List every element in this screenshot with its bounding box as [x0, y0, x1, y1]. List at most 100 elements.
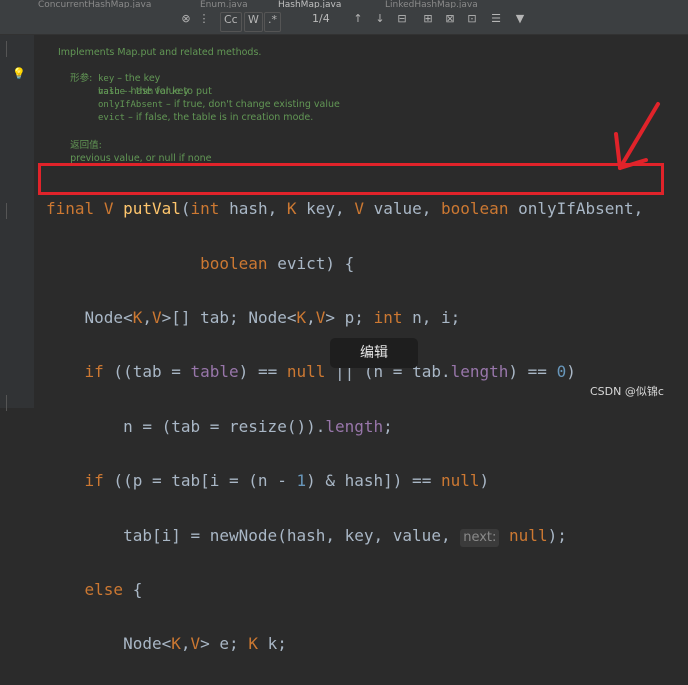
field-length: length: [450, 362, 509, 382]
type-param: V: [151, 308, 162, 328]
type-param: K: [171, 634, 181, 654]
code-line: Node<K,V> e; K k;: [46, 630, 643, 657]
toggle-panel-icon[interactable]: ☰: [488, 12, 504, 30]
code-token: k;: [257, 634, 287, 654]
annotation-arrow-icon: [614, 102, 660, 170]
find-in-files-icon[interactable]: ⊟: [394, 12, 410, 30]
code-token: ) ==: [238, 362, 287, 382]
parameter-hint: next:: [460, 528, 500, 547]
code-token: );: [547, 525, 567, 545]
number-literal: 0: [556, 362, 567, 382]
code-line: tab[i] = newNode(hash, key, value, next:…: [46, 522, 643, 549]
editor-tab[interactable]: LinkedHashMap.java: [385, 0, 478, 10]
previous-occurrence-icon[interactable]: ↑: [350, 12, 366, 30]
type-param: V: [103, 199, 114, 219]
doc-param-name: onlyIfAbsent: [98, 100, 164, 110]
code-token: (: [180, 199, 191, 219]
code-token: ((p = tab[i = (n -: [103, 471, 297, 491]
find-toolbar: ⊗ ⋮ Cc W .* 1/4 ↑ ↓ ⊟ ⊞ ⊠ ⊡ ☰ ▼: [0, 8, 688, 35]
code-token: n, i;: [402, 308, 461, 328]
code-line: n = (tab = resize()).length;: [46, 413, 643, 440]
editor-tab[interactable]: Enum.java: [200, 0, 248, 10]
number-literal: 1: [296, 471, 307, 491]
keyword-if: if: [84, 471, 104, 491]
code-token: hash,: [219, 199, 287, 219]
clear-search-icon[interactable]: ⊗: [178, 12, 194, 30]
code-token: >[] tab; Node<: [161, 308, 297, 328]
code-token: ((tab =: [103, 362, 191, 382]
keyword-int: int: [373, 308, 403, 328]
doc-param-name: evict: [98, 113, 126, 123]
fold-marker[interactable]: [0, 203, 7, 219]
code-token: Node<: [84, 308, 133, 328]
keyword-null: null: [499, 525, 548, 545]
type-param: K: [132, 308, 143, 328]
editor-tab-bar: ConcurrentHashMap.java Enum.java HashMap…: [0, 0, 688, 10]
doc-param-desc: – the value to put: [125, 86, 212, 97]
keyword-if: if: [84, 362, 104, 382]
watermark: CSDN @似锦c: [590, 385, 664, 398]
code-line: final V putVal(int hash, K key, V value,…: [46, 195, 643, 222]
code-token: ): [566, 362, 576, 382]
lightbulb-icon[interactable]: 💡: [12, 68, 26, 80]
doc-param-desc: – if false, the table is in creation mod…: [125, 112, 314, 123]
keyword-int: int: [190, 199, 220, 219]
code-token: ): [479, 471, 490, 491]
search-history-icon[interactable]: ⋮: [196, 12, 212, 30]
type-param: K: [286, 199, 297, 219]
doc-returns-label: 返回值:: [70, 140, 102, 151]
field-table: table: [190, 362, 239, 382]
code-token: evict) {: [267, 253, 355, 273]
code-token: ) ==: [508, 362, 557, 382]
annotation-highlight-box: [38, 163, 664, 195]
code-token: {: [123, 580, 143, 600]
code-token: ) & hash]) ==: [306, 471, 441, 491]
code-line: boolean evict) {: [46, 250, 643, 277]
code-token: ,: [142, 308, 152, 328]
code-token: ,: [306, 308, 316, 328]
code-token: > p;: [325, 308, 374, 328]
keyword-else: else: [84, 580, 124, 600]
code-token: ,: [180, 634, 191, 654]
keyword-null: null: [440, 471, 480, 491]
regex-toggle[interactable]: .*: [264, 12, 281, 32]
edit-button[interactable]: 编辑: [330, 338, 418, 368]
code-editor[interactable]: final V putVal(int hash, K key, V value,…: [46, 168, 643, 685]
editor-gutter: [0, 35, 34, 411]
type-param: V: [315, 308, 326, 328]
fold-marker[interactable]: [0, 41, 7, 57]
code-token: key,: [296, 199, 355, 219]
whole-words-toggle[interactable]: W: [244, 12, 263, 32]
doc-param-desc: – the key: [114, 73, 161, 84]
type-param: V: [354, 199, 364, 219]
editor-tab-active[interactable]: HashMap.java: [278, 0, 341, 10]
code-line: if ((p = tab[i = (n - 1) & hash]) == nul…: [46, 467, 643, 494]
filter-icon[interactable]: ▼: [512, 12, 528, 30]
select-all-occurrences-icon[interactable]: ⊡: [464, 12, 480, 30]
doc-param-name: value: [98, 87, 126, 97]
doc-param-name: key: [98, 74, 115, 84]
code-token: ;: [383, 416, 393, 436]
editor-tab[interactable]: ConcurrentHashMap.java: [38, 0, 151, 10]
keyword-final: final: [46, 199, 95, 219]
code-token: tab[i] = newNode(hash, key, value,: [123, 525, 461, 545]
add-occurrence-icon[interactable]: ⊞: [420, 12, 436, 30]
type-param: V: [190, 634, 201, 654]
doc-param-desc: – if true, don't change existing value: [163, 99, 340, 110]
fold-marker[interactable]: [0, 395, 7, 411]
remove-occurrence-icon[interactable]: ⊠: [442, 12, 458, 30]
match-count: 1/4: [312, 12, 330, 25]
code-token: > e;: [200, 634, 249, 654]
code-line: Node<K,V>[] tab; Node<K,V> p; int n, i;: [46, 304, 643, 331]
type-param: K: [248, 634, 258, 654]
match-case-toggle[interactable]: Cc: [220, 12, 242, 32]
javadoc-block: Implements Map.put and related methods. …: [58, 46, 340, 164]
code-token: onlyIfAbsent,: [508, 199, 644, 219]
method-name: putVal: [123, 199, 181, 219]
code-token: n = (tab = resize()).: [123, 416, 326, 436]
doc-summary: Implements Map.put and related methods.: [58, 47, 262, 58]
keyword-boolean: boolean: [441, 199, 509, 219]
next-occurrence-icon[interactable]: ↓: [372, 12, 388, 30]
keyword-null: null: [286, 362, 326, 382]
keyword-boolean: boolean: [200, 253, 268, 273]
